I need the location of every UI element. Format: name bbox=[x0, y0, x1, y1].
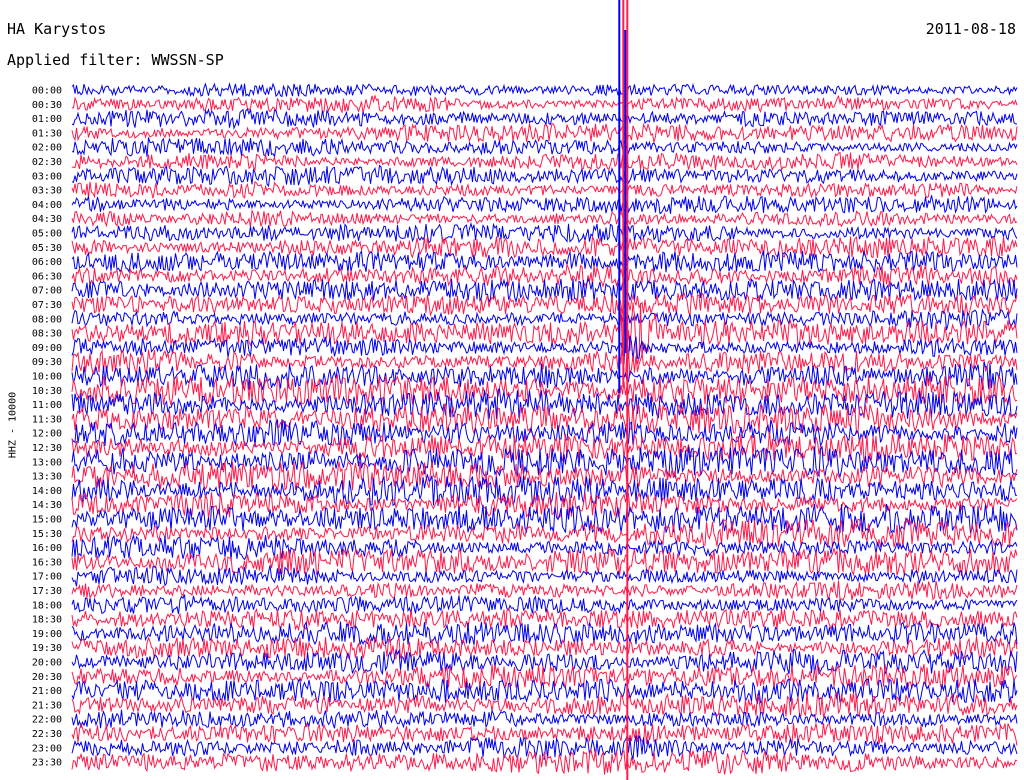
row-time-label: 12:30 bbox=[32, 443, 62, 454]
row-time-label: 23:00 bbox=[32, 743, 62, 754]
row-time-label: 07:00 bbox=[32, 286, 62, 297]
trace-line-0600 bbox=[71, 249, 1018, 274]
row-time-label: 03:30 bbox=[32, 186, 62, 197]
row-time-label: 20:00 bbox=[32, 658, 62, 669]
row-time-label: 11:30 bbox=[32, 414, 62, 425]
trace-line-1800 bbox=[71, 594, 1018, 615]
helicorder-plot: 00:00 00:30 01:00 01:30 02:00 02:30 03:00 03:30… bbox=[32, 0, 1018, 780]
trace-line-0400 bbox=[71, 194, 1018, 215]
row-time-label: 01:00 bbox=[32, 114, 62, 125]
trace-line-0030 bbox=[71, 94, 1018, 115]
trace-line-0300 bbox=[71, 164, 1018, 188]
trace-line-2230 bbox=[71, 722, 1018, 746]
row-time-label: 23:30 bbox=[32, 758, 62, 769]
trace-line-0130 bbox=[71, 122, 1018, 143]
row-time-label: 08:00 bbox=[32, 314, 62, 325]
row-time-label: 09:30 bbox=[32, 357, 62, 368]
row-time-label: 13:30 bbox=[32, 472, 62, 483]
row-time-label: 18:00 bbox=[32, 600, 62, 611]
row-time-label: 01:30 bbox=[32, 128, 62, 139]
row-time-label: 22:00 bbox=[32, 715, 62, 726]
row-time-label: 15:30 bbox=[32, 529, 62, 540]
row-time-label: 15:00 bbox=[32, 515, 62, 526]
row-time-label: 00:00 bbox=[32, 86, 62, 97]
row-time-label: 21:00 bbox=[32, 686, 62, 697]
row-time-label: 04:30 bbox=[32, 214, 62, 225]
row-time-label: 06:00 bbox=[32, 257, 62, 268]
row-time-label: 12:00 bbox=[32, 429, 62, 440]
row-time-label: 05:00 bbox=[32, 229, 62, 240]
trace-line-0500 bbox=[71, 221, 1018, 244]
trace-line-0200 bbox=[71, 137, 1018, 159]
row-time-label: 04:00 bbox=[32, 200, 62, 211]
trace-line-1530 bbox=[71, 517, 1018, 548]
row-time-label: 20:30 bbox=[32, 672, 62, 683]
row-time-label: 22:30 bbox=[32, 729, 62, 740]
trace-line-0000 bbox=[71, 82, 1018, 98]
row-time-label: 14:30 bbox=[32, 500, 62, 511]
trace-line-0230 bbox=[71, 151, 1018, 172]
trace-line-0430 bbox=[71, 208, 1018, 228]
row-time-label: 17:00 bbox=[32, 572, 62, 583]
trace-line-2030 bbox=[71, 663, 1018, 690]
row-time-label: 00:30 bbox=[32, 100, 62, 111]
row-time-label: 13:00 bbox=[32, 457, 62, 468]
row-time-label: 03:00 bbox=[32, 171, 62, 182]
row-time-label: 21:30 bbox=[32, 700, 62, 711]
row-time-label: 05:30 bbox=[32, 243, 62, 254]
row-time-label: 06:30 bbox=[32, 271, 62, 282]
trace-line-1900 bbox=[71, 620, 1018, 647]
trace-line-1400 bbox=[71, 473, 1018, 507]
trace-line-0530 bbox=[71, 235, 1018, 259]
row-time-label: 16:00 bbox=[32, 543, 62, 554]
row-time-label: 08:30 bbox=[32, 329, 62, 340]
trace-line-1730 bbox=[71, 580, 1018, 602]
row-time-label: 14:00 bbox=[32, 486, 62, 497]
row-time-label: 19:30 bbox=[32, 643, 62, 654]
row-time-label: 19:00 bbox=[32, 629, 62, 640]
trace-group bbox=[71, 82, 1018, 775]
row-time-label: 10:30 bbox=[32, 386, 62, 397]
row-time-label: 18:30 bbox=[32, 615, 62, 626]
row-time-label: 02:30 bbox=[32, 157, 62, 168]
row-time-label: 10:00 bbox=[32, 372, 62, 383]
row-time-label: 17:30 bbox=[32, 586, 62, 597]
row-time-label: 07:30 bbox=[32, 300, 62, 311]
row-time-label: 16:30 bbox=[32, 557, 62, 568]
trace-line-1700 bbox=[71, 565, 1018, 587]
trace-line-1930 bbox=[71, 635, 1018, 660]
row-time-label: 02:00 bbox=[32, 143, 62, 154]
row-time-label: 11:00 bbox=[32, 400, 62, 411]
trace-line-0330 bbox=[71, 181, 1018, 199]
trace-line-2330 bbox=[71, 748, 1018, 775]
row-time-label: 09:00 bbox=[32, 343, 62, 354]
trace-line-2200 bbox=[71, 709, 1018, 730]
